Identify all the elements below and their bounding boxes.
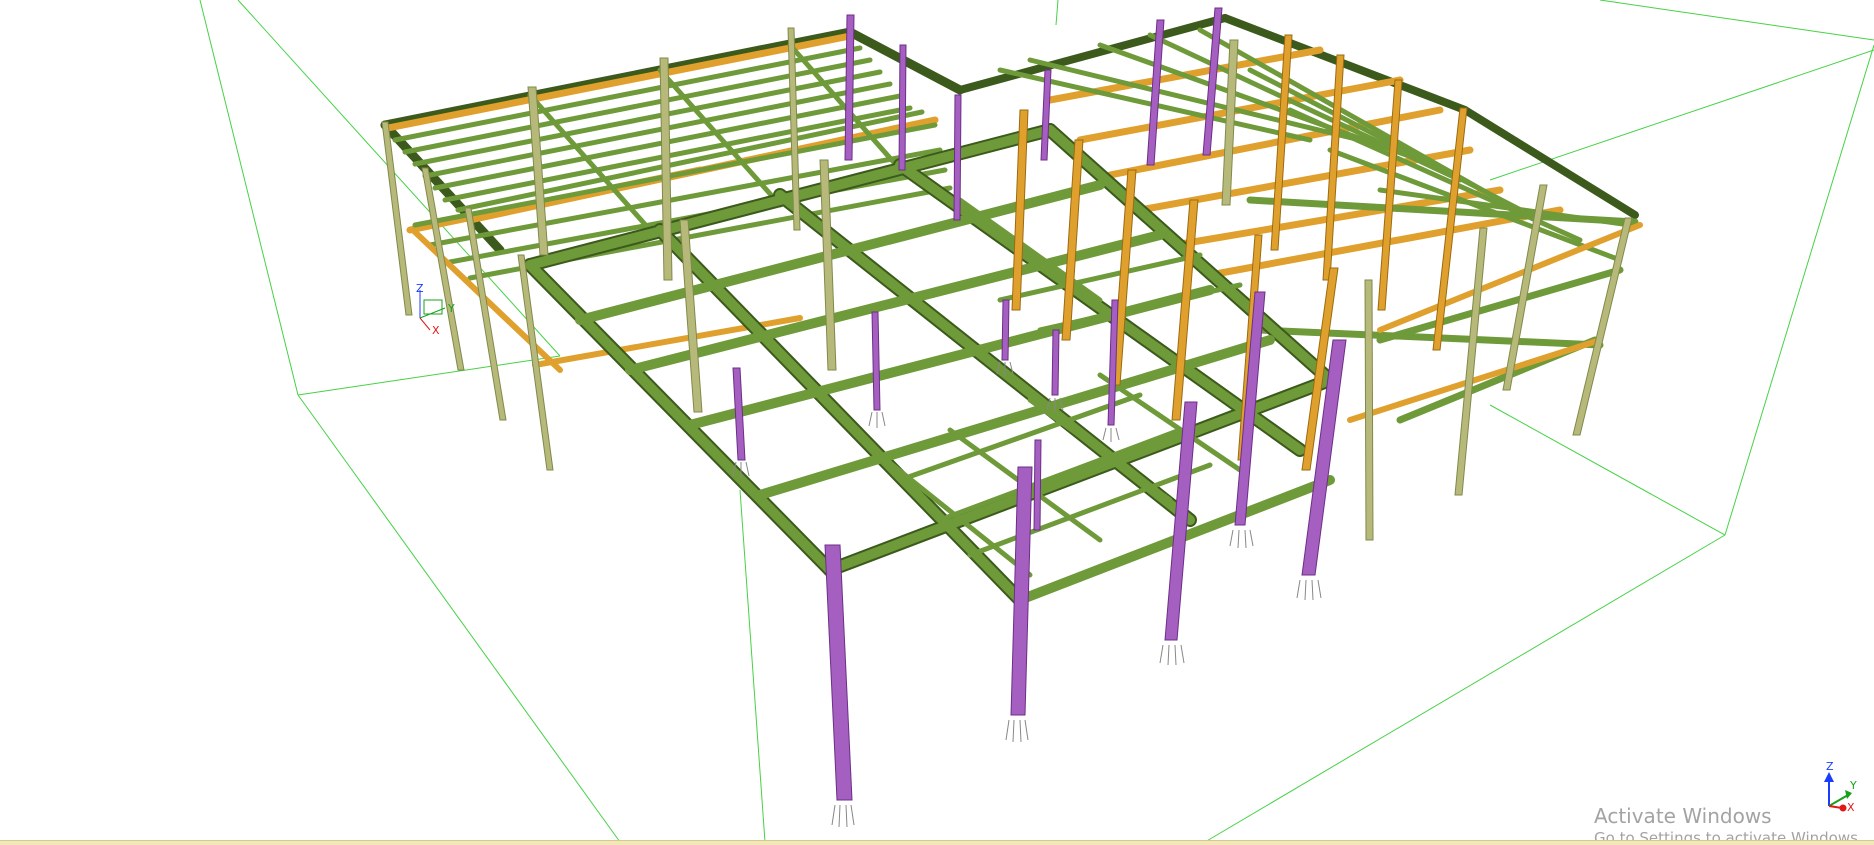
local-axis-z-label: Z (416, 282, 424, 295)
windows-activation-watermark: Activate Windows Go to Settings to activ… (1594, 804, 1874, 843)
model-viewport[interactable]: Z Y X Z Y X (0, 0, 1874, 844)
status-bar-strip (0, 840, 1874, 845)
structural-model-3d[interactable]: Z Y X Z Y X (0, 0, 1874, 844)
view-axis-z-label: Z (1826, 760, 1834, 773)
local-axis-y-label: Y (447, 302, 455, 315)
view-axis-y-label: Y (1849, 779, 1857, 792)
watermark-title: Activate Windows (1594, 804, 1772, 828)
local-axis-x-label: X (432, 324, 440, 337)
